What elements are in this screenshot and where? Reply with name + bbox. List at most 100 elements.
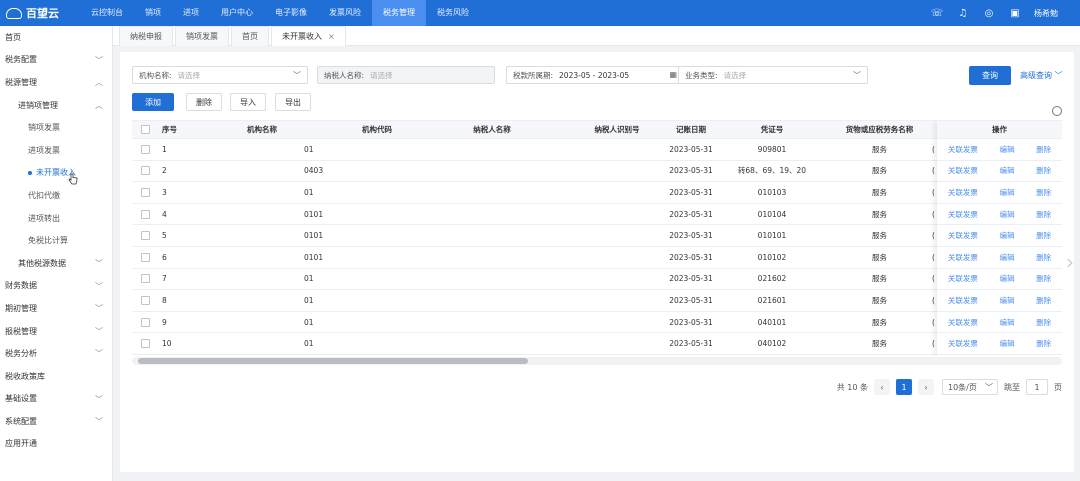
row-checkbox[interactable] (140, 209, 150, 219)
goto-page-input[interactable]: 1 (1026, 379, 1048, 395)
taxpayer-select[interactable]: 纳税人名称: 请选择 (317, 66, 495, 84)
export-button[interactable]: 导出 (275, 93, 311, 111)
table-row[interactable]: 10 01 2023-05-31 040102 服务( (132, 333, 1062, 355)
sidebar-item-14[interactable]: 税务分析 ﹀ (0, 342, 112, 365)
link-invoice-link[interactable]: 关联发票 (948, 317, 978, 328)
link-invoice-link[interactable]: 关联发票 (948, 295, 978, 306)
sidebar-item-1[interactable]: 税务配置 ﹀ (0, 49, 112, 72)
table-row[interactable]: 3 01 2023-05-31 010103 服务( (132, 182, 1062, 204)
nav-item-6[interactable]: 税务管理 (372, 0, 426, 26)
delete-link[interactable]: 删除 (1036, 165, 1051, 176)
page-number-button[interactable]: 1 (896, 379, 912, 395)
sidebar-item-6[interactable]: 未开票收入 (0, 162, 112, 185)
link-invoice-link[interactable]: 关联发票 (948, 338, 978, 349)
sidebar-item-7[interactable]: 代扣代缴 (0, 184, 112, 207)
link-invoice-link[interactable]: 关联发票 (948, 273, 978, 284)
delete-link[interactable]: 删除 (1036, 273, 1051, 284)
table-row[interactable]: 8 01 2023-05-31 021601 服务( (132, 290, 1062, 312)
add-button[interactable]: 添加 (132, 93, 174, 111)
sidebar-item-4[interactable]: 销项发票 (0, 116, 112, 139)
sidebar-item-0[interactable]: 首页 (0, 26, 112, 49)
table-row[interactable]: 5 0101 2023-05-31 010101 服务( (132, 225, 1062, 247)
sidebar-item-5[interactable]: 进项发票 (0, 139, 112, 162)
delete-link[interactable]: 删除 (1036, 295, 1051, 306)
business-type-select[interactable]: 业务类型: 请选择 ﹀ (678, 66, 868, 84)
row-checkbox[interactable] (140, 252, 150, 262)
help-icon[interactable]: ◎ (976, 0, 1002, 26)
table-row[interactable]: 9 01 2023-05-31 040101 服务( (132, 312, 1062, 334)
nav-item-4[interactable]: 电子影像 (264, 0, 318, 26)
delete-button[interactable]: 删除 (186, 93, 222, 111)
tab-1[interactable]: 销项发票 (175, 26, 229, 46)
sidebar-item-3[interactable]: 进销项管理 ︿ (0, 94, 112, 117)
edit-link[interactable]: 编辑 (999, 338, 1014, 349)
sidebar-item-2[interactable]: 税源管理 ︿ (0, 71, 112, 94)
tab-2[interactable]: 首页 (231, 26, 269, 46)
edit-link[interactable]: 编辑 (999, 165, 1014, 176)
sidebar-item-11[interactable]: 财务数据 ﹀ (0, 275, 112, 298)
link-invoice-link[interactable]: 关联发票 (948, 230, 978, 241)
row-checkbox[interactable] (140, 166, 150, 176)
edit-link[interactable]: 编辑 (999, 252, 1014, 263)
row-checkbox[interactable] (140, 144, 150, 154)
tab-3[interactable]: 未开票收入 × (271, 26, 346, 46)
nav-item-2[interactable]: 进项 (172, 0, 210, 26)
column-settings-gear-icon[interactable] (1052, 106, 1062, 116)
page-size-select[interactable]: 10条/页 ﹀ (942, 379, 998, 395)
nav-item-0[interactable]: 云控制台 (80, 0, 134, 26)
table-row[interactable]: 1 01 2023-05-31 909801 服务( (132, 139, 1062, 161)
chevron-right-icon[interactable]: › (1066, 250, 1078, 274)
link-invoice-link[interactable]: 关联发票 (948, 144, 978, 155)
sidebar-item-10[interactable]: 其他税源数据 ﹀ (0, 252, 112, 275)
nav-item-5[interactable]: 发票风险 (318, 0, 372, 26)
row-checkbox[interactable] (140, 295, 150, 305)
sidebar-item-17[interactable]: 系统配置 ﹀ (0, 410, 112, 433)
row-checkbox[interactable] (140, 339, 150, 349)
delete-link[interactable]: 删除 (1036, 187, 1051, 198)
sidebar-item-13[interactable]: 报税管理 ﹀ (0, 320, 112, 343)
advanced-query-link[interactable]: 高级查询 ﹀ (1020, 70, 1063, 81)
table-row[interactable]: 7 01 2023-05-31 021602 服务( (132, 269, 1062, 291)
import-button[interactable]: 导入 (230, 93, 266, 111)
user-name[interactable]: 杨希勉 (1028, 8, 1080, 19)
edit-link[interactable]: 编辑 (999, 144, 1014, 155)
link-invoice-link[interactable]: 关联发票 (948, 187, 978, 198)
edit-link[interactable]: 编辑 (999, 187, 1014, 198)
delete-link[interactable]: 删除 (1036, 338, 1051, 349)
select-all-checkbox[interactable] (140, 125, 150, 134)
edit-link[interactable]: 编辑 (999, 230, 1014, 241)
sidebar-item-8[interactable]: 进项转出 (0, 207, 112, 230)
sidebar-item-15[interactable]: 税收政策库 (0, 365, 112, 388)
table-row[interactable]: 2 0403 2023-05-31 转68、69、19、20 服务( (132, 161, 1062, 183)
scrollbar-thumb[interactable] (138, 358, 528, 364)
delete-link[interactable]: 删除 (1036, 317, 1051, 328)
nav-item-3[interactable]: 用户中心 (210, 0, 264, 26)
edit-link[interactable]: 编辑 (999, 273, 1014, 284)
edit-link[interactable]: 编辑 (999, 317, 1014, 328)
document-icon[interactable]: ▣ (1002, 0, 1028, 26)
horizontal-scrollbar[interactable] (132, 357, 1062, 365)
row-checkbox[interactable] (140, 317, 150, 327)
sidebar-item-16[interactable]: 基础设置 ﹀ (0, 388, 112, 411)
support-icon[interactable]: ☏ (924, 0, 950, 26)
sidebar-item-9[interactable]: 免税比计算 (0, 229, 112, 252)
delete-link[interactable]: 删除 (1036, 144, 1051, 155)
row-checkbox[interactable] (140, 274, 150, 284)
app-logo[interactable]: 百望云 (0, 0, 80, 26)
delete-link[interactable]: 删除 (1036, 252, 1051, 263)
delete-link[interactable]: 删除 (1036, 230, 1051, 241)
bell-icon[interactable]: ♫ (950, 0, 976, 26)
next-page-button[interactable]: › (918, 379, 934, 395)
table-row[interactable]: 4 0101 2023-05-31 010104 服务( (132, 204, 1062, 226)
tax-period-picker[interactable]: 税款所属期: 2023-05 - 2023-05 ▦ (506, 66, 684, 84)
sidebar-item-18[interactable]: 应用开通 (0, 433, 112, 456)
edit-link[interactable]: 编辑 (999, 295, 1014, 306)
link-invoice-link[interactable]: 关联发票 (948, 165, 978, 176)
tab-0[interactable]: 纳税申报 (119, 26, 173, 46)
prev-page-button[interactable]: ‹ (874, 379, 890, 395)
nav-item-1[interactable]: 销项 (134, 0, 172, 26)
link-invoice-link[interactable]: 关联发票 (948, 252, 978, 263)
row-checkbox[interactable] (140, 187, 150, 197)
edit-link[interactable]: 编辑 (999, 209, 1014, 220)
delete-link[interactable]: 删除 (1036, 209, 1051, 220)
